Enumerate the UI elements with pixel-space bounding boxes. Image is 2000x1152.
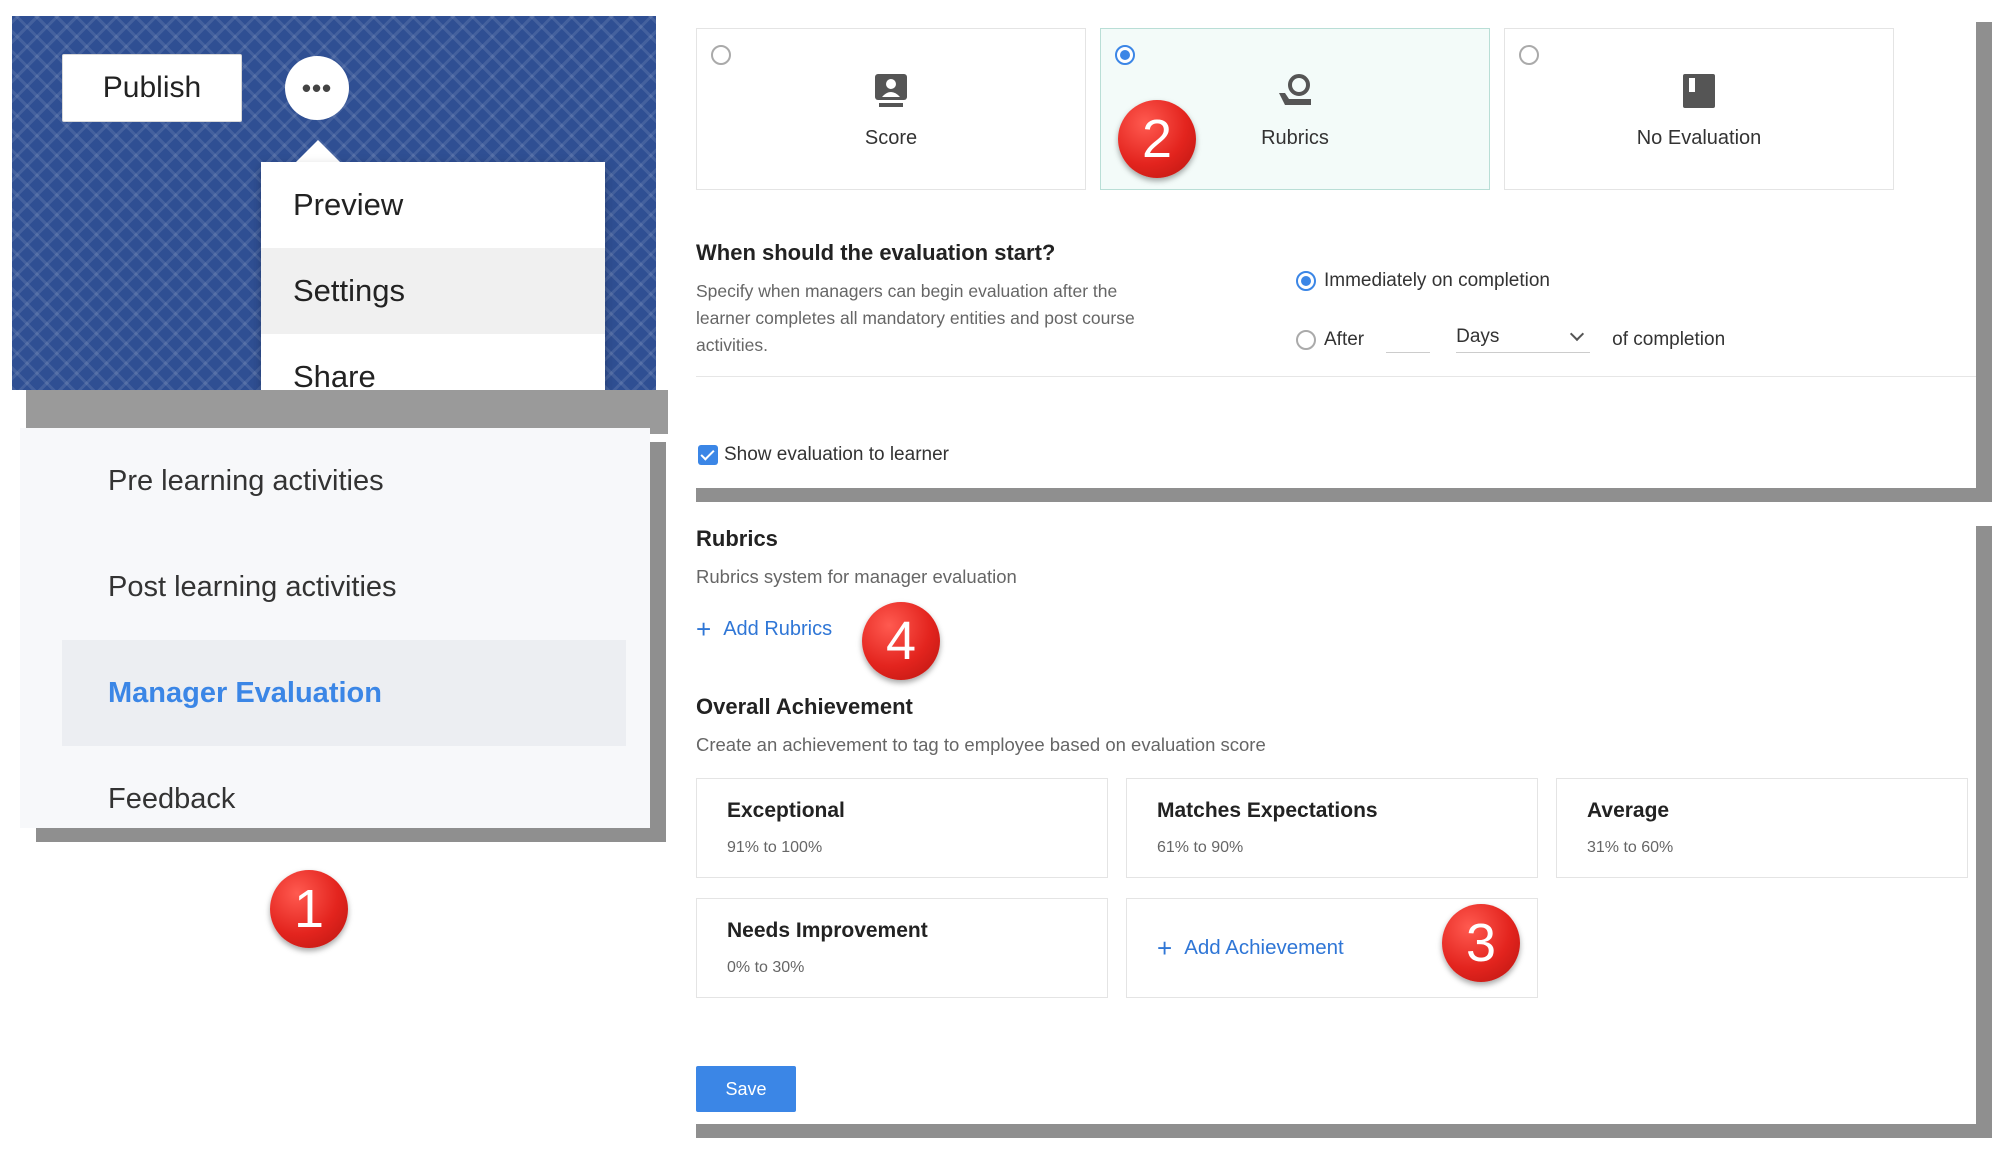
- achievement-range: 0% to 30%: [727, 959, 805, 976]
- achievement-card-needs-improvement[interactable]: Needs Improvement 0% to 30%: [696, 898, 1108, 998]
- publish-button[interactable]: Publish: [62, 54, 242, 122]
- score-radio[interactable]: [711, 45, 731, 65]
- more-horizontal-icon[interactable]: •••: [285, 56, 349, 120]
- course-header: Publish ••• Preview Settings Share: [12, 16, 656, 390]
- achievement-description: Create an achievement to tag to employee…: [696, 734, 1266, 755]
- achievement-name: Average: [1587, 799, 1670, 822]
- completion-suffix: of completion: [1612, 328, 1726, 350]
- rubrics-achievement-panel: Rubrics Rubrics system for manager evalu…: [680, 512, 1976, 1124]
- show-evaluation-label: Show evaluation to learner: [724, 444, 949, 465]
- evaluation-settings-panel: Score Rubrics No Evaluation When should …: [680, 8, 1976, 488]
- option-no-evaluation-label: No Evaluation: [1636, 127, 1762, 149]
- rubrics-description: Rubrics system for manager evaluation: [696, 566, 1017, 587]
- add-rubrics-link[interactable]: + Add Rubrics: [696, 616, 832, 642]
- start-description: Specify when managers can begin evaluati…: [696, 281, 1135, 355]
- after-option[interactable]: After Days of completion: [1296, 326, 1725, 353]
- plus-icon: +: [696, 614, 712, 644]
- achievement-title: Overall Achievement: [696, 694, 913, 719]
- nav-item-feedback[interactable]: Feedback: [20, 746, 650, 852]
- score-icon: [875, 74, 907, 107]
- days-unit-select[interactable]: Days: [1456, 326, 1591, 353]
- save-button[interactable]: Save: [696, 1066, 796, 1112]
- achievement-card-matches-expectations[interactable]: Matches Expectations 61% to 90%: [1126, 778, 1538, 878]
- callout-badge-1: 1: [270, 870, 348, 948]
- nav-item-post-learning[interactable]: Post learning activities: [20, 534, 650, 640]
- after-label: After: [1324, 328, 1365, 350]
- achievement-card-exceptional[interactable]: Exceptional 91% to 100%: [696, 778, 1108, 878]
- menu-caret: [296, 140, 340, 162]
- start-title: When should the evaluation start?: [696, 240, 1056, 265]
- option-score-label: Score: [864, 127, 918, 149]
- settings-nav: Pre learning activities Post learning ac…: [20, 428, 650, 828]
- immediately-radio[interactable]: [1296, 271, 1316, 291]
- days-count-input[interactable]: [1386, 327, 1431, 353]
- nav-item-manager-evaluation[interactable]: Manager Evaluation: [62, 640, 626, 746]
- achievement-range: 31% to 60%: [1587, 839, 1674, 856]
- menu-item-preview[interactable]: Preview: [261, 162, 605, 248]
- option-no-evaluation[interactable]: No Evaluation: [1504, 28, 1894, 190]
- divider: [696, 376, 1976, 377]
- menu-item-share[interactable]: Share: [261, 334, 605, 390]
- show-evaluation-option[interactable]: Show evaluation to learner: [698, 444, 949, 466]
- callout-badge-2: 2: [1118, 100, 1196, 178]
- nav-item-pre-learning[interactable]: Pre learning activities: [20, 428, 650, 534]
- callout-badge-4: 4: [862, 602, 940, 680]
- rubrics-title: Rubrics: [696, 526, 778, 551]
- achievement-card-average[interactable]: Average 31% to 60%: [1556, 778, 1968, 878]
- achievement-name: Exceptional: [727, 799, 845, 822]
- no-evaluation-radio[interactable]: [1519, 45, 1539, 65]
- after-radio[interactable]: [1296, 329, 1316, 350]
- achievement-name: Matches Expectations: [1157, 799, 1378, 822]
- rubrics-icon: [1279, 74, 1311, 105]
- add-achievement-label: Add Achievement: [1184, 936, 1344, 959]
- achievement-name: Needs Improvement: [727, 919, 928, 942]
- more-menu: Preview Settings Share: [261, 162, 605, 390]
- plus-icon: +: [1157, 933, 1173, 963]
- immediately-label: Immediately on completion: [1324, 270, 1550, 291]
- chevron-down-icon: [1570, 326, 1585, 342]
- option-score[interactable]: Score: [696, 28, 1086, 190]
- no-evaluation-icon: [1683, 74, 1715, 108]
- days-unit-value: Days: [1456, 326, 1500, 347]
- achievement-range: 91% to 100%: [727, 839, 823, 856]
- menu-item-settings[interactable]: Settings: [261, 248, 605, 334]
- achievement-range: 61% to 90%: [1157, 839, 1244, 856]
- rubrics-radio[interactable]: [1115, 45, 1135, 65]
- callout-badge-3: 3: [1442, 904, 1520, 982]
- immediately-option[interactable]: Immediately on completion: [1296, 270, 1550, 292]
- add-rubrics-label: Add Rubrics: [723, 617, 833, 640]
- show-evaluation-checkbox[interactable]: [698, 445, 718, 465]
